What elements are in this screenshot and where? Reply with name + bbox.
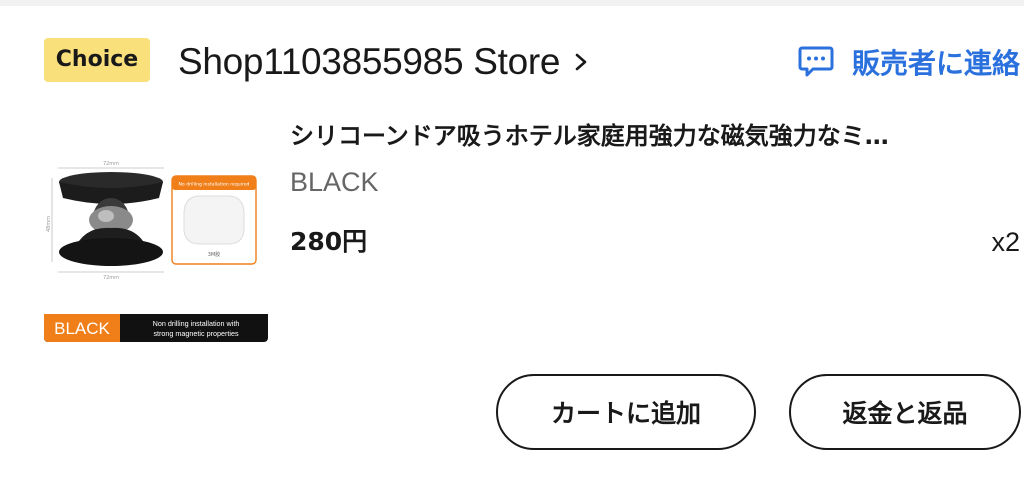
image-caption-line2: strong magnetic properties [153, 329, 239, 338]
product-sku: BLACK [290, 167, 379, 197]
contact-seller-label: 販売者に連絡 [851, 47, 1020, 80]
product-price: 280円 [290, 227, 368, 256]
chat-icon [798, 46, 834, 77]
image-color-label: BLACK [54, 319, 110, 338]
image-adhesive-label: 3M胶 [208, 251, 221, 258]
image-caption-line1: Non drilling installation with [153, 319, 240, 328]
store-link[interactable]: Shop1103855985 Store [178, 34, 592, 90]
store-header: Choice Shop1103855985 Store 販売者に連絡 [44, 34, 1024, 90]
image-note-header: No drilling installation required [179, 182, 250, 188]
top-divider [0, 0, 1024, 6]
dimension-bottom-label: 72mm [103, 275, 119, 281]
product-title[interactable]: シリコーンドア吸うホテル家庭用強力な磁気強力なミ… [290, 114, 1010, 158]
dimension-side-label: 48mm [46, 216, 52, 232]
product-image[interactable]: 72mm 48mm 72mm No drilling installation … [44, 154, 268, 342]
choice-badge: Choice [44, 38, 150, 82]
chevron-right-icon [575, 53, 587, 71]
product-image-illustration: 72mm 48mm 72mm No drilling installation … [44, 154, 268, 342]
add-to-cart-button[interactable]: カートに追加 [496, 374, 756, 450]
product-quantity: x2 [991, 227, 1020, 257]
store-name: Shop1103855985 Store [178, 41, 561, 82]
refund-return-button[interactable]: 返金と返品 [789, 374, 1021, 450]
dimension-top-label: 72mm [103, 161, 119, 167]
contact-seller-button[interactable]: 販売者に連絡 [798, 40, 1020, 84]
